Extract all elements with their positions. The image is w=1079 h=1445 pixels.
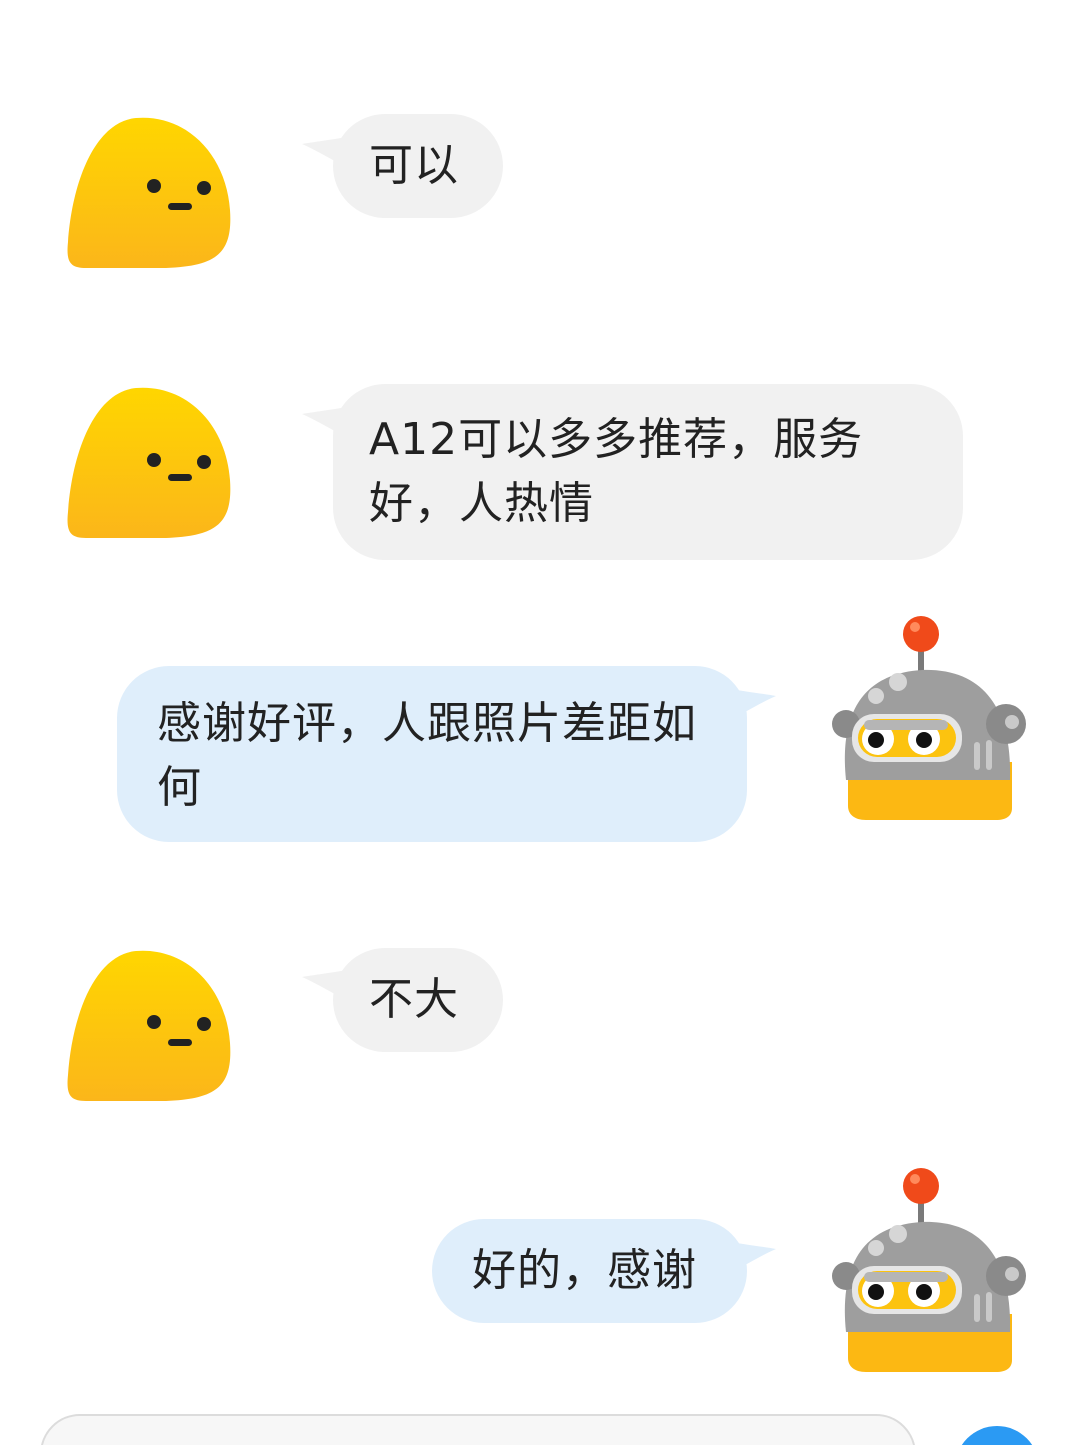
message-text: A12可以多多推荐，服务好，人热情 xyxy=(369,414,864,529)
message-bubble[interactable]: 好的，感谢 xyxy=(432,1219,747,1323)
user-avatar-icon[interactable] xyxy=(66,114,234,274)
message-text: 不大 xyxy=(369,974,459,1025)
user-avatar-icon[interactable] xyxy=(66,947,234,1107)
robot-avatar-icon[interactable] xyxy=(826,612,1032,824)
message-text: 可以 xyxy=(369,140,459,191)
message-bubble[interactable]: 不大 xyxy=(333,948,503,1052)
user-avatar-icon[interactable] xyxy=(66,384,234,544)
message-bubble[interactable]: 可以 xyxy=(333,114,503,218)
message-text: 感谢好评，人跟照片差距如何 xyxy=(157,698,697,813)
message-text: 好的，感谢 xyxy=(472,1245,697,1296)
chat-screen: 可以 A12可以多多推荐，服务好，人热情 感谢好评，人跟照片差距如何 不大 好的… xyxy=(0,0,1079,1445)
robot-avatar-icon[interactable] xyxy=(826,1164,1032,1376)
message-bubble[interactable]: 感谢好评，人跟照片差距如何 xyxy=(117,666,747,842)
message-input[interactable] xyxy=(40,1414,916,1445)
send-button[interactable] xyxy=(955,1426,1039,1445)
message-bubble[interactable]: A12可以多多推荐，服务好，人热情 xyxy=(333,384,963,560)
